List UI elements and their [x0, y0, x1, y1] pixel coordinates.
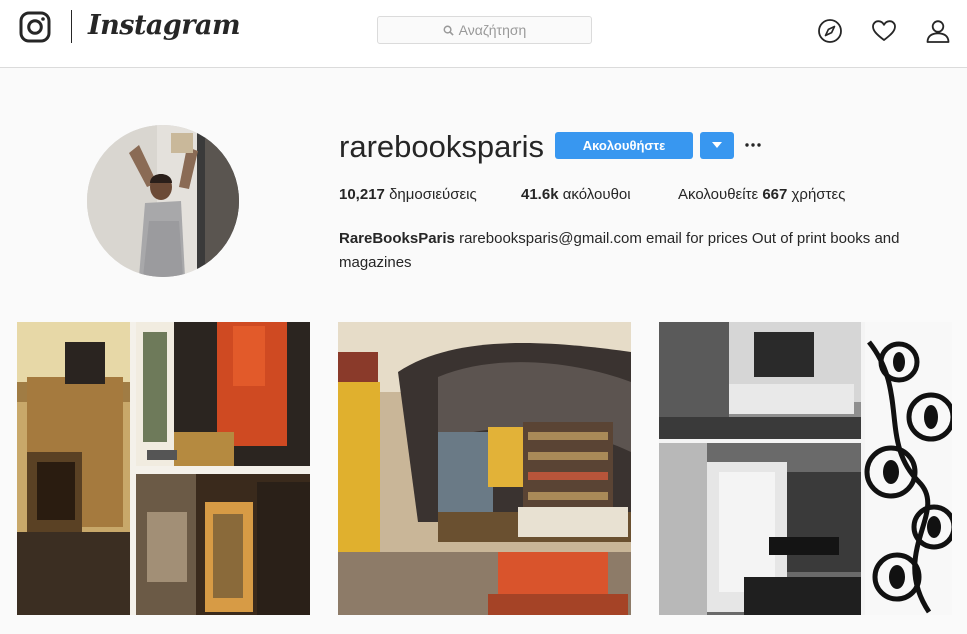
post-image-1	[17, 322, 310, 615]
logo-divider	[71, 10, 72, 43]
caret-down-icon	[712, 142, 722, 148]
search-input[interactable]: Αναζήτηση	[377, 16, 592, 44]
profile-username: rarebooksparis	[339, 129, 545, 164]
post-thumbnail-3[interactable]	[659, 322, 952, 615]
followers-label: ακόλουθοι	[562, 186, 631, 203]
post-thumbnail-2[interactable]	[338, 322, 631, 615]
followers-stat[interactable]: 41.6k ακόλουθοι	[521, 186, 631, 203]
posts-count-stat: 10,217 δημοσιεύσεις	[339, 186, 477, 203]
suggestions-dropdown-button[interactable]	[700, 132, 734, 159]
following-suffix: χρήστες	[791, 186, 846, 203]
following-prefix: Ακολουθείτε	[678, 186, 759, 203]
following-stat[interactable]: Ακολουθείτε 667 χρήστες	[678, 186, 845, 203]
compass-icon[interactable]	[817, 18, 843, 44]
follow-button[interactable]: Ακολουθήστε	[555, 132, 693, 159]
instagram-glyph-icon[interactable]	[19, 11, 51, 43]
user-icon[interactable]	[925, 18, 951, 44]
instagram-wordmark[interactable]: Instagram	[88, 10, 241, 41]
avatar-photo	[87, 125, 239, 277]
post-image-3	[659, 322, 952, 615]
more-options-button[interactable]	[744, 133, 762, 157]
post-thumbnail-1[interactable]	[17, 322, 310, 615]
following-count: 667	[762, 186, 788, 203]
profile-bio: RareBooksParis rarebooksparis@gmail.com …	[339, 227, 939, 275]
bio-name: RareBooksParis	[339, 230, 455, 247]
search-icon	[443, 25, 454, 36]
heart-icon[interactable]	[871, 18, 897, 44]
followers-count: 41.6k	[521, 186, 559, 203]
profile-avatar[interactable]	[87, 125, 239, 277]
more-dots-icon	[745, 143, 761, 147]
post-image-2	[338, 322, 631, 615]
top-nav-bar: Instagram Αναζήτηση	[0, 0, 967, 68]
search-placeholder: Αναζήτηση	[458, 22, 527, 38]
posts-label: δημοσιεύσεις	[389, 186, 477, 203]
posts-count: 10,217	[339, 186, 385, 203]
